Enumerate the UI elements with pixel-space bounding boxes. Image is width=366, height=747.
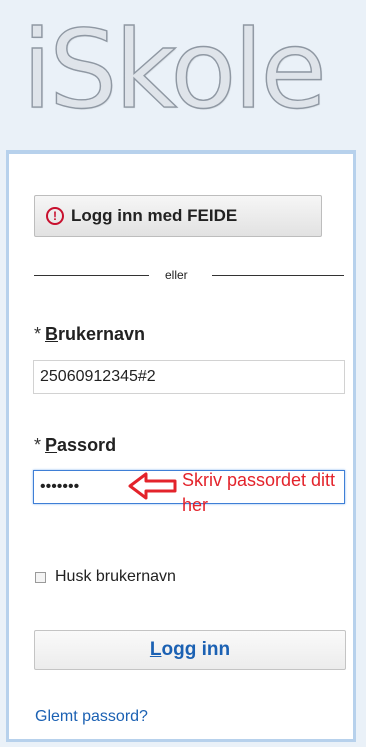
feide-login-button[interactable]: ! Logg inn med FEIDE [34,195,322,237]
password-label-text: assord [57,435,117,455]
info-circle-icon: ! [46,207,64,225]
remember-label: Husk brukernavn [55,568,176,585]
username-input[interactable] [33,360,345,394]
login-button-label: ogg inn [161,639,231,660]
annotation-text: Skriv passordet ditt her [182,470,336,515]
required-mark: * [34,435,42,455]
or-divider: eller [34,268,344,282]
header-logo-area: iSkole [0,0,366,150]
divider-line-right [212,275,344,276]
password-access-key: P [45,435,58,455]
forgot-password-link[interactable]: Glemt passord? [35,708,148,726]
feide-button-label: Logg inn med FEIDE [71,206,238,225]
login-button[interactable]: Logg inn [34,630,346,670]
username-label: * Brukernavn [34,324,145,345]
login-panel: ! Logg inn med FEIDE eller *Brukernavn *… [6,150,356,742]
divider-line-left [34,275,149,276]
username-label-text: rukernavn [58,324,146,344]
left-arrow-icon [128,472,177,500]
remember-username[interactable]: Husk brukernavn [35,568,176,586]
login-access-key: L [149,639,162,660]
remember-checkbox[interactable] [35,571,46,583]
divider-text: eller [165,268,188,282]
username-access-key: B [45,324,59,344]
iskole-logo: iSkole [21,6,327,136]
required-mark: * [34,324,42,344]
password-label: * Passord [34,435,116,456]
